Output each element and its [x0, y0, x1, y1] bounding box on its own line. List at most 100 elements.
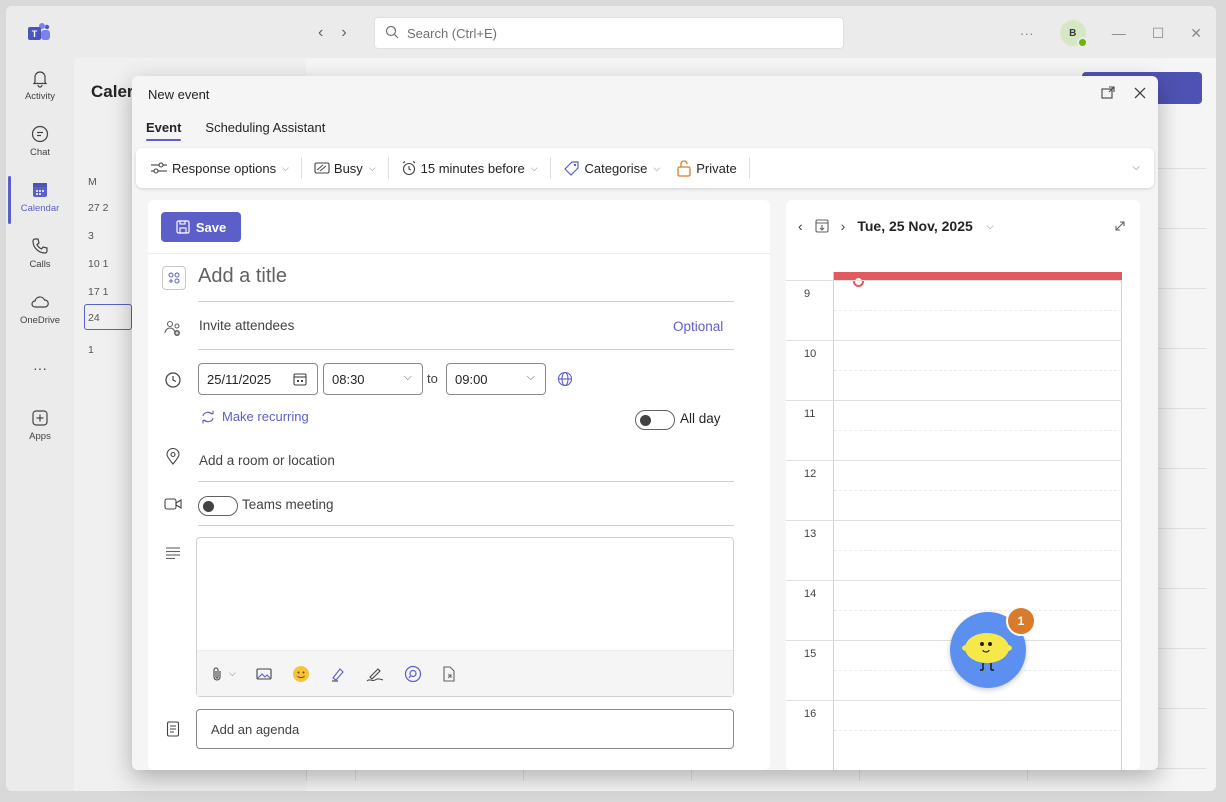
agenda-input[interactable]: Add an agenda: [196, 709, 734, 749]
categorise-label: Categorise: [584, 160, 648, 176]
next-day-icon[interactable]: ›: [841, 218, 846, 234]
search-icon: [385, 25, 399, 39]
search-input[interactable]: Search (Ctrl+E): [374, 17, 844, 49]
rail-item-chat[interactable]: Chat: [6, 124, 74, 158]
attach-button[interactable]: ⌵: [211, 666, 236, 682]
private-label: Private: [696, 160, 737, 176]
globe-timezone-icon[interactable]: [557, 371, 573, 387]
rail-item-calendar[interactable]: Calendar: [6, 180, 74, 214]
description-editor[interactable]: ⌵: [196, 537, 734, 697]
toolbar-expand-icon[interactable]: ⌵: [1132, 162, 1140, 173]
start-date-value: 25/11/2025: [207, 371, 272, 387]
hour-line: [786, 580, 1122, 581]
time-column-divider: [833, 272, 834, 770]
back-arrow-icon[interactable]: ‹: [318, 24, 323, 42]
rail-item-activity[interactable]: Activity: [6, 68, 74, 102]
busy-label: Busy: [333, 160, 363, 176]
notification-badge: 1: [1006, 606, 1036, 636]
save-label: Save: [195, 219, 227, 235]
rail-label: Activity: [24, 91, 56, 102]
response-options-button[interactable]: Response options ⌵: [150, 157, 302, 179]
svg-text:T: T: [32, 29, 38, 39]
tag-icon: [563, 161, 579, 176]
hour-label: 9: [804, 288, 811, 300]
add-apps-icon: [32, 410, 48, 426]
title-input[interactable]: Add a title: [198, 265, 287, 288]
avatar[interactable]: B: [1059, 20, 1088, 48]
previous-day-icon[interactable]: ‹: [798, 218, 803, 234]
highlighter-icon[interactable]: [330, 666, 346, 682]
loop-icon[interactable]: [404, 665, 422, 683]
location-pin-icon: [162, 446, 184, 468]
chevron-down-icon: ⌵: [368, 162, 376, 173]
location-input[interactable]: Add a room or location: [199, 453, 335, 468]
rail-label: Apps: [29, 431, 51, 442]
tab-event[interactable]: Event: [146, 120, 182, 141]
expand-icon[interactable]: [1114, 220, 1126, 232]
calendar-icon: [33, 183, 47, 197]
divider: [198, 481, 734, 482]
rail-label: Calendar: [20, 203, 60, 214]
make-recurring-button[interactable]: Make recurring: [200, 409, 309, 424]
clock-icon: [162, 369, 184, 391]
close-window-button[interactable]: ✕: [1190, 25, 1202, 42]
hour-label: 12: [804, 468, 817, 480]
image-icon[interactable]: [256, 667, 272, 681]
teams-meeting-toggle[interactable]: [198, 496, 238, 516]
all-day-label: All day: [680, 411, 721, 426]
invite-attendees-input[interactable]: Invite attendees: [199, 318, 294, 333]
rail-label: OneDrive: [19, 315, 61, 326]
floppy-disk-icon: [176, 220, 190, 234]
mini-cal-selected-week: [84, 304, 132, 330]
chevron-down-icon: ⌵: [653, 162, 661, 173]
category-picker-icon[interactable]: [162, 266, 186, 290]
forward-arrow-icon[interactable]: ›: [341, 24, 346, 42]
text-align-icon: [162, 542, 184, 564]
half-hour-line: [834, 430, 1122, 431]
insert-file-icon[interactable]: [442, 665, 456, 682]
optional-attendees-link[interactable]: Optional: [673, 319, 723, 334]
more-options-icon[interactable]: ···: [1020, 25, 1034, 41]
emoji-icon[interactable]: [292, 665, 310, 683]
current-time-dot: [853, 276, 864, 287]
rail-label: Chat: [29, 147, 51, 158]
avatar-initial: B: [1069, 27, 1077, 39]
end-time-select[interactable]: 09:00 ⌵: [446, 363, 546, 395]
chevron-down-icon[interactable]: ⌵: [987, 221, 994, 232]
pen-signature-icon[interactable]: [366, 666, 384, 682]
save-button[interactable]: Save: [161, 212, 241, 242]
more-apps-icon: ···: [33, 360, 47, 376]
chevron-down-icon: ⌵: [526, 371, 535, 383]
all-day-toggle[interactable]: [635, 410, 675, 430]
minimize-button[interactable]: —: [1112, 25, 1126, 41]
mini-cal-row: 3: [88, 230, 94, 242]
start-date-field[interactable]: 25/11/2025: [198, 363, 318, 395]
teams-meeting-label: Teams meeting: [242, 497, 334, 512]
rail-item-more[interactable]: ···: [6, 360, 74, 376]
categorise-button[interactable]: Categorise ⌵: [563, 157, 669, 179]
private-button[interactable]: Private: [676, 157, 750, 179]
reminder-button[interactable]: 15 minutes before ⌵: [401, 157, 551, 179]
rail-item-onedrive[interactable]: OneDrive: [6, 292, 74, 326]
phone-icon: [32, 238, 48, 254]
divider: [148, 253, 770, 254]
busy-status-button[interactable]: Busy ⌵: [314, 157, 389, 179]
title-bar: T ‹ › Search (Ctrl+E) ··· B — ☐ ✕: [6, 6, 1216, 58]
divider: [198, 349, 734, 350]
search-placeholder: Search (Ctrl+E): [407, 25, 497, 41]
calendar-date-picker[interactable]: Tue, 25 Nov, 2025: [857, 218, 972, 234]
teams-logo-icon[interactable]: T: [28, 22, 50, 42]
reminder-label: 15 minutes before: [420, 160, 525, 176]
mini-cal-row: M: [88, 176, 97, 188]
pop-out-icon[interactable]: [1100, 85, 1116, 101]
today-icon[interactable]: [815, 219, 829, 233]
tab-scheduling-assistant[interactable]: Scheduling Assistant: [205, 120, 325, 141]
hour-label: 10: [804, 348, 817, 360]
start-time-select[interactable]: 08:30 ⌵: [323, 363, 423, 395]
maximize-button[interactable]: ☐: [1152, 25, 1165, 42]
rail-item-calls[interactable]: Calls: [6, 236, 74, 270]
cloud-icon: [31, 296, 49, 308]
rail-item-apps[interactable]: Apps: [6, 408, 74, 442]
day-time-grid[interactable]: 9 10 11 12 13 14 15 16: [786, 272, 1122, 770]
close-dialog-icon[interactable]: [1132, 85, 1148, 101]
